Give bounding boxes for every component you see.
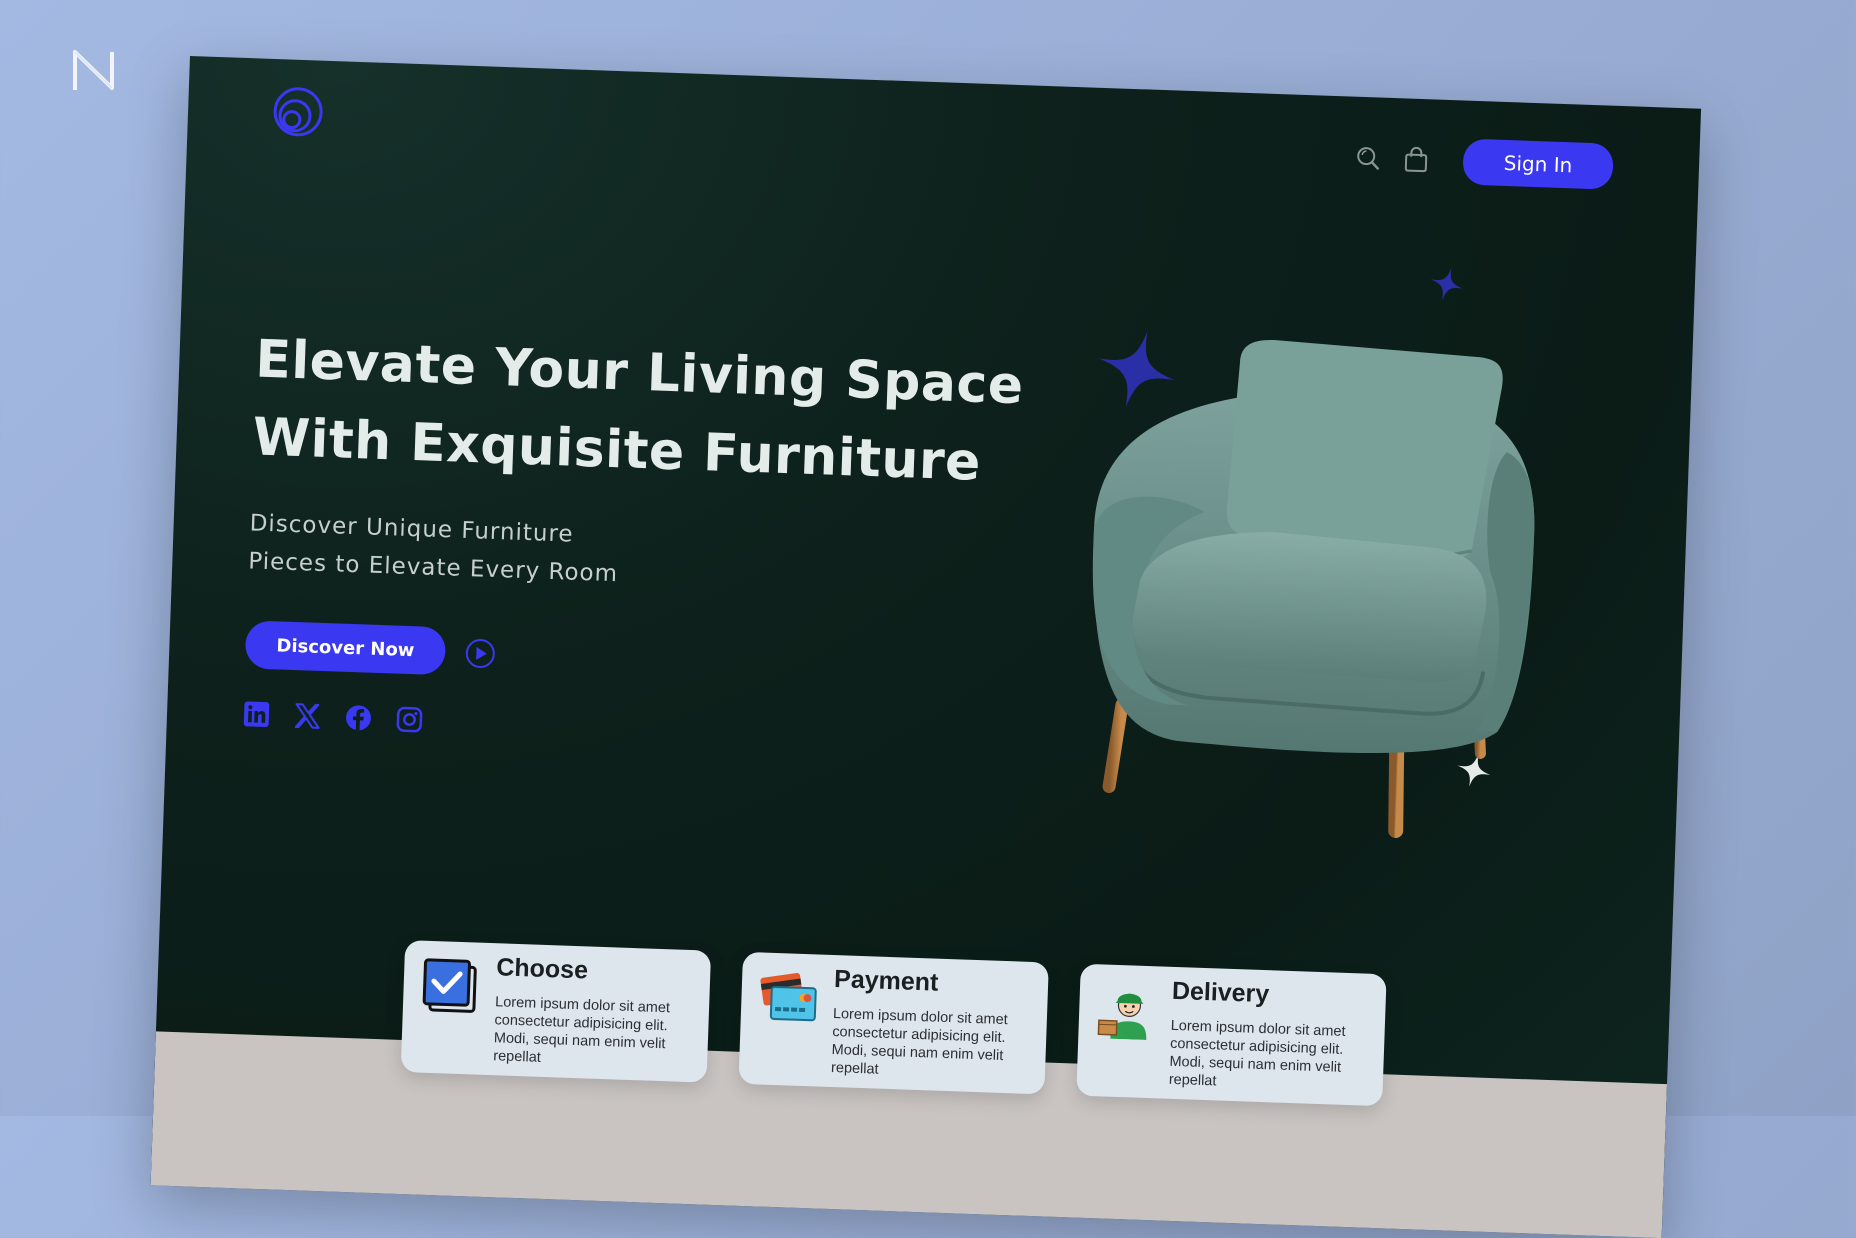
sparkle-small-icon (1430, 267, 1464, 301)
delivery-person-icon (1097, 993, 1147, 1040)
brand-mark-icon (73, 50, 114, 90)
logo-icon[interactable] (271, 85, 325, 139)
feature-title: Payment (833, 965, 939, 997)
header-actions: Sign In (1352, 135, 1614, 190)
shopping-bag-icon[interactable] (1401, 144, 1432, 175)
social-links (243, 700, 424, 733)
facebook-icon[interactable] (345, 704, 373, 732)
feature-card-payment: Payment Lorem ipsum dolor sit amet conse… (738, 951, 1049, 1095)
search-icon[interactable] (1353, 143, 1384, 174)
showcase-stage: Sign In Elevate Your Living Space With E… (0, 0, 1856, 1238)
hero-subtitle: Discover Unique Furniture Pieces to Elev… (248, 504, 620, 593)
feature-text: Lorem ipsum dolor sit amet consectetur a… (492, 994, 671, 1066)
linkedin-icon[interactable] (243, 700, 271, 728)
armchair-image (1092, 340, 1535, 839)
feature-text: Lorem ipsum dolor sit amet consectetur a… (830, 1006, 1009, 1078)
feature-card-choose: Choose Lorem ipsum dolor sit amet consec… (400, 940, 712, 1083)
feature-title: Choose (495, 953, 589, 985)
discover-now-button[interactable]: Discover Now (244, 620, 447, 676)
feature-card-delivery: Delivery Lorem ipsum dolor sit amet cons… (1076, 963, 1387, 1107)
instagram-icon[interactable] (396, 706, 424, 734)
play-icon[interactable] (465, 638, 496, 669)
hero-headline: Elevate Your Living Space With Exquisite… (251, 320, 1025, 503)
feature-text: Lorem ipsum dolor sit amet consectetur a… (1168, 1017, 1346, 1090)
sign-in-button[interactable]: Sign In (1462, 138, 1614, 190)
x-icon[interactable] (294, 702, 322, 730)
credit-card-icon (760, 972, 817, 1022)
feature-title: Delivery (1171, 976, 1270, 1009)
landing-page: Sign In Elevate Your Living Space With E… (150, 56, 1702, 1238)
checkbox-icon (422, 958, 477, 1013)
